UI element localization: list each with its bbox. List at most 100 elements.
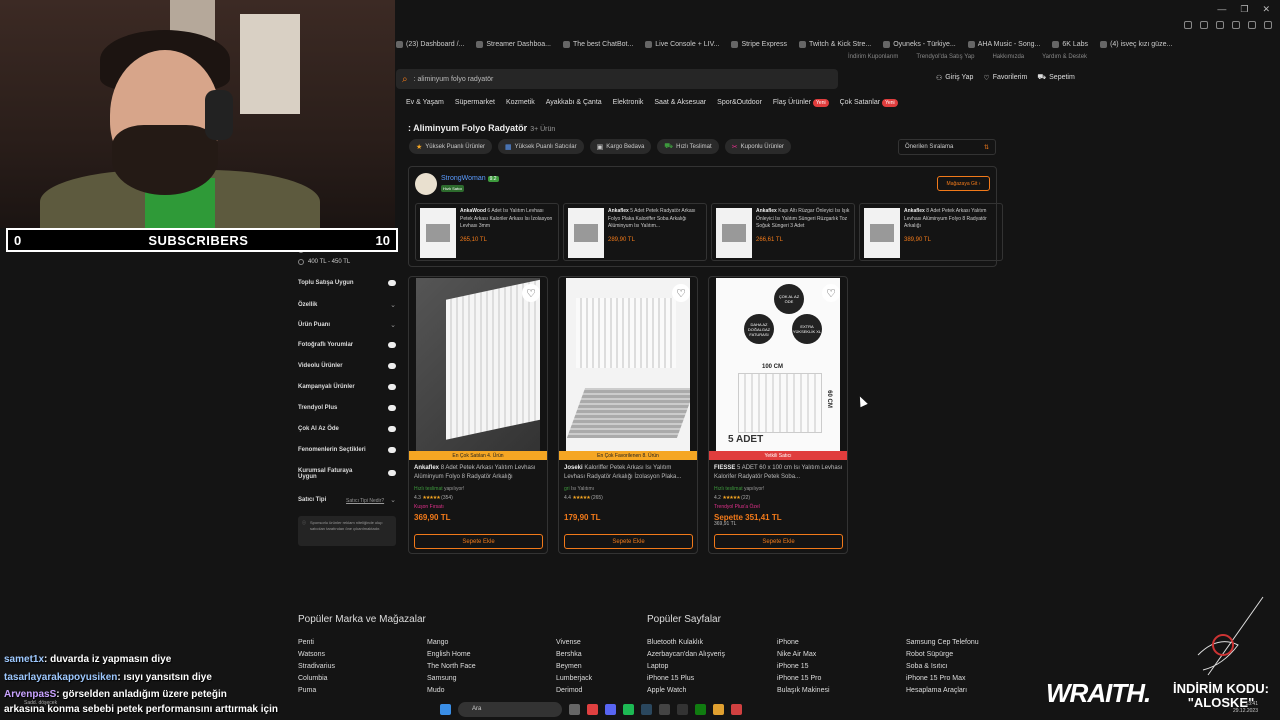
footer-link[interactable]: Samsung — [427, 673, 476, 685]
store-product-card[interactable]: Ankaflex Kapı Altı Rüzgar Önleyici Isı I… — [711, 203, 855, 261]
footer-link[interactable]: iPhone 15 Pro Max — [906, 673, 979, 685]
footer-link[interactable]: Lumberjack — [556, 673, 592, 685]
footer-link[interactable]: Puma — [298, 685, 335, 697]
bookmark-item[interactable]: Stripe Express — [727, 37, 791, 51]
toggle-switch[interactable] — [388, 426, 396, 432]
top-link[interactable]: Yardım & Destek — [1042, 54, 1087, 60]
bookmark-item[interactable]: (23) Dashboard /... — [392, 37, 468, 51]
category-link[interactable]: Spor&Outdoor — [717, 99, 762, 106]
go-to-store-button[interactable]: Mağazaya Git › — [937, 176, 990, 191]
product-card[interactable]: ♡ En Çok Satılan 4. Ürün Ankaflex 8 Adet P… — [408, 276, 548, 554]
footer-link[interactable]: Columbia — [298, 673, 335, 685]
footer-link[interactable]: Mudo — [427, 685, 476, 697]
minimize-icon[interactable]: — — [1217, 4, 1226, 15]
footer-link[interactable]: Penti — [298, 637, 335, 649]
top-link[interactable]: İndirim Kuponlarım — [848, 54, 898, 60]
extension-icon[interactable] — [1232, 21, 1240, 29]
store-avatar[interactable] — [415, 173, 437, 195]
add-to-cart-button[interactable]: Sepete Ekle — [564, 534, 693, 549]
login-link[interactable]: ⚇ Giriş Yap — [936, 73, 973, 82]
chevron-down-icon[interactable]: ⌄ — [390, 322, 396, 329]
footer-link[interactable]: Bulaşık Makinesi — [777, 685, 830, 697]
favorite-heart-icon[interactable]: ♡ — [672, 284, 690, 302]
store-product-image[interactable] — [716, 208, 752, 258]
search-icon[interactable]: ⌕ — [402, 74, 408, 85]
footer-link[interactable]: Soba & Isıtıcı — [906, 661, 979, 673]
footer-link[interactable]: Bershka — [556, 649, 592, 661]
extension-icon[interactable] — [1264, 21, 1272, 29]
taskbar-app-icon[interactable] — [695, 703, 706, 715]
footer-link[interactable]: iPhone — [777, 637, 830, 649]
add-to-cart-button[interactable]: Sepete Ekle — [414, 534, 543, 549]
bookmark-item[interactable]: (4) isveç kızı güze... — [1096, 37, 1176, 51]
top-link[interactable]: Trendyol'da Satış Yap — [916, 54, 974, 60]
category-link[interactable]: Ayakkabı & Çanta — [546, 99, 602, 106]
toggle-switch[interactable] — [388, 384, 396, 390]
bookmark-item[interactable]: Streamer Dashboa... — [472, 37, 555, 51]
sidebar-filter[interactable]: Fotoğraflı Yorumlar — [298, 342, 396, 348]
sort-select[interactable]: Önerilen Sıralama ⇅ — [898, 139, 996, 155]
taskbar-app-icon[interactable] — [605, 703, 616, 715]
taskbar-app-icon[interactable] — [623, 703, 634, 715]
seller-type-link[interactable]: Satıcı Tipi Nedir? — [346, 498, 384, 504]
sidebar-filter[interactable]: Trendyol Plus — [298, 405, 396, 411]
chevron-down-icon[interactable]: ⌄ — [390, 302, 396, 309]
category-link[interactable]: Ev & Yaşam — [406, 99, 444, 106]
bookmark-item[interactable]: Live Console + LIV... — [641, 37, 723, 51]
store-product-image[interactable] — [420, 208, 456, 258]
sidebar-filter[interactable]: Çok Al Az Öde — [298, 426, 396, 432]
sidebar-filter[interactable]: Özellik ⌄ — [298, 301, 396, 309]
taskbar-app-icon[interactable] — [569, 703, 580, 715]
sidebar-filter[interactable]: Toplu Satışa Uygun — [298, 280, 396, 286]
store-product-image[interactable] — [864, 208, 900, 258]
bookmark-item[interactable]: Oyuneks - Türkiye... — [879, 37, 960, 51]
category-link[interactable]: Süpermarket — [455, 99, 495, 106]
sidebar-filter[interactable]: Kurumsal Faturaya Uygun — [298, 468, 396, 480]
product-title[interactable]: FIESSE 5 ADET 60 x 100 cm Isı Yalıtım Le… — [714, 464, 844, 484]
filter-chip[interactable]: ★ Yüksek Puanlı Ürünler — [409, 139, 492, 154]
filter-chip[interactable]: ⛟ Hızlı Teslimat — [657, 139, 719, 154]
footer-link[interactable]: Derimod — [556, 685, 592, 697]
product-image[interactable] — [566, 278, 690, 451]
close-icon[interactable]: ✕ — [1262, 4, 1270, 15]
store-product-image[interactable] — [568, 208, 604, 258]
top-link[interactable]: Hakkımızda — [992, 54, 1024, 60]
footer-link[interactable]: Robot Süpürge — [906, 649, 979, 661]
taskbar-app-icon[interactable] — [659, 703, 670, 715]
footer-link[interactable]: Azerbaycan'dan Alışveriş — [647, 649, 725, 661]
footer-link[interactable]: Mango — [427, 637, 476, 649]
footer-link[interactable]: English Home — [427, 649, 476, 661]
product-title[interactable]: Joseki Kaloriffer Petek Arkası Isı Yalıt… — [564, 464, 694, 484]
toggle-switch[interactable] — [388, 363, 396, 369]
category-link[interactable]: Kozmetik — [506, 99, 535, 106]
favorites-link[interactable]: ♡ Favorilerim — [983, 73, 1027, 82]
footer-link[interactable]: Vivense — [556, 637, 592, 649]
search-bar[interactable]: ⌕ : aliminyum folyo radyatör — [396, 69, 838, 89]
toggle-switch[interactable] — [388, 342, 396, 348]
toggle-switch[interactable] — [388, 280, 396, 286]
extension-icon[interactable] — [1216, 21, 1224, 29]
taskbar-app-icon[interactable] — [587, 703, 598, 715]
filter-chip[interactable]: ▣ Kargo Bedava — [589, 139, 652, 154]
price-range-option[interactable]: 400 TL - 450 TL — [298, 256, 396, 268]
sidebar-filter[interactable]: Videolu Ürünler — [298, 363, 396, 369]
footer-link[interactable]: Bluetooth Kulaklık — [647, 637, 725, 649]
category-link[interactable]: Çok Satanlar Yeni — [840, 99, 898, 107]
bookmark-item[interactable]: AHA Music - Song... — [964, 37, 1045, 51]
sidebar-filter[interactable]: Ürün Puanı ⌄ — [298, 321, 396, 329]
product-title[interactable]: Ankaflex 8 Adet Petek Arkası Yalıtım Lev… — [414, 464, 544, 484]
footer-link[interactable]: Hesaplama Araçları — [906, 685, 979, 697]
taskbar-app-icon[interactable] — [677, 703, 688, 715]
store-product-card[interactable]: AnkaWood 6 Adet Isı Yalıtım Levhası Pete… — [415, 203, 559, 261]
bookmark-item[interactable]: 6K Labs — [1048, 37, 1092, 51]
chevron-down-icon[interactable]: ⌄ — [390, 497, 396, 504]
taskbar-search[interactable]: Ara — [458, 701, 562, 717]
footer-link[interactable]: iPhone 15 Plus — [647, 673, 725, 685]
sidebar-filter[interactable]: Satıcı Tipi Satıcı Tipi Nedir? ⌄ — [298, 496, 396, 504]
category-link[interactable]: Flaş Ürünler Yeni — [773, 99, 829, 107]
toggle-switch[interactable] — [388, 447, 396, 453]
extension-icon[interactable] — [1200, 21, 1208, 29]
filter-chip[interactable]: ✂ Kuponlu Ürünler — [724, 139, 791, 154]
restore-icon[interactable]: ❐ — [1240, 4, 1248, 15]
footer-link[interactable]: Watsons — [298, 649, 335, 661]
